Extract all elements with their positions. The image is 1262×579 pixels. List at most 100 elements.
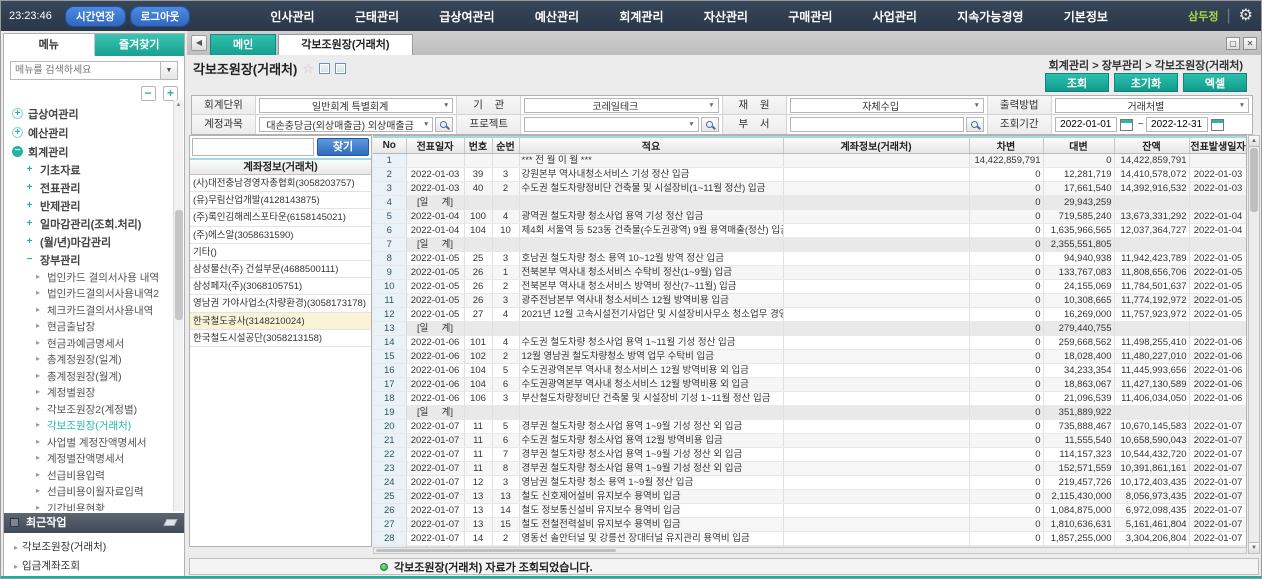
output-method-select[interactable]: 거래처별 ▼ (1055, 98, 1249, 113)
scroll-up-icon[interactable]: ▲ (1249, 136, 1259, 147)
menu-tree-item[interactable]: 회계관리 (4, 142, 174, 161)
menu-tree-item[interactable]: 기간비용현황 (4, 500, 174, 511)
scrollbar-thumb[interactable] (1250, 148, 1258, 212)
menu-tree-item[interactable]: 계정별원장 (4, 385, 174, 402)
tree-expand-icon[interactable] (34, 453, 42, 464)
tree-expand-icon[interactable] (34, 371, 42, 382)
main-menu-item[interactable]: 기본정보 (1064, 8, 1108, 25)
grid-header-cell[interactable]: 적요 (519, 137, 783, 154)
tree-expand-icon[interactable] (24, 183, 35, 194)
menu-tree-item[interactable]: 법인카드결의서사용내역2 (4, 286, 174, 303)
grid-header-cell[interactable]: 차변 (969, 137, 1043, 154)
find-button[interactable]: 찾기 (317, 138, 369, 156)
tree-expand-icon[interactable] (12, 127, 23, 138)
tree-expand-icon[interactable] (34, 437, 42, 448)
tree-expand-icon[interactable] (34, 272, 42, 283)
tree-expand-icon[interactable] (34, 305, 42, 316)
table-row[interactable]: 28 2022-01-07 14 2 영동선 솔안터널 및 강릉선 장대터널 유… (373, 532, 1247, 546)
main-menu-item[interactable]: 구매관리 (788, 8, 832, 25)
main-menu-item[interactable]: 예산관리 (535, 8, 579, 25)
expand-all-button[interactable]: + (163, 86, 178, 101)
menu-tree-item[interactable]: 일마감관리(조회.처리) (4, 215, 174, 233)
grid-header-cell[interactable]: No (373, 137, 406, 154)
menu-tree-item[interactable]: 각보조원장2(계정별) (4, 401, 174, 418)
main-menu-item[interactable]: 사업관리 (873, 8, 917, 25)
period-from-input[interactable]: 2022-01-01 (1055, 117, 1117, 132)
menu-tree-item[interactable]: 사업별 계정잔액명세서 (4, 434, 174, 451)
menu-tree-item[interactable]: 각보조원장(거래처) (4, 418, 174, 435)
account-list-item[interactable]: 한국철도시설공단(3058213158) (190, 330, 371, 347)
search-icon[interactable] (701, 117, 719, 132)
menu-tree-item[interactable]: 총계정원장(월계) (4, 368, 174, 385)
popup-icon[interactable] (319, 63, 330, 74)
menu-tree-item[interactable]: 계정별잔액명세서 (4, 451, 174, 468)
scrollbar-thumb[interactable] (175, 210, 183, 320)
menu-tree-item[interactable]: 반제관리 (4, 197, 174, 215)
grid-header-cell[interactable]: 전표발생일자 (1189, 137, 1247, 154)
scrollbar-thumb[interactable] (376, 549, 616, 552)
table-row[interactable]: 17 2022-01-06 104 6 수도권광역본부 역사내 청소서비스 12… (373, 378, 1247, 392)
table-row[interactable]: 13 [일 계] 0 279,440,755 (373, 322, 1247, 336)
account-list-item[interactable]: 삼성페자(주)(3068105751) (190, 278, 371, 295)
account-search-input[interactable] (192, 138, 314, 156)
menu-tree-item[interactable]: 기초자료 (4, 161, 174, 179)
table-row[interactable]: 16 2022-01-06 104 5 수도권광역본부 역사내 청소서비스 12… (373, 364, 1247, 378)
grid-header-cell[interactable]: 계좌정보(거래처) (783, 137, 969, 154)
grid-header-cell[interactable]: 번호 (464, 137, 492, 154)
tree-expand-icon[interactable] (12, 108, 23, 119)
table-row[interactable]: 15 2022-01-06 102 2 12월 영남권 철도차량청소 방역 업무… (373, 350, 1247, 364)
search-icon[interactable] (966, 117, 984, 132)
table-row[interactable]: 26 2022-01-07 13 14 철도 정보통신설비 유지보수 용역비 입… (373, 504, 1247, 518)
table-row[interactable]: 2 2022-01-03 39 3 강원본부 역사내청소서비스 기성 정산 입금… (373, 168, 1247, 182)
menu-tree-item[interactable]: 선급비용이월자료입력 (4, 484, 174, 501)
restore-icon[interactable]: ▢ (1226, 37, 1240, 50)
action-button[interactable]: 조회 (1045, 73, 1109, 92)
tree-expand-icon[interactable] (24, 237, 35, 248)
refresh-icon[interactable] (335, 63, 346, 74)
account-list-item[interactable]: 삼성물산(주) 건설부문(4688500111) (190, 261, 371, 278)
menu-tree-item[interactable]: 법인카드 결의서사용 내역 (4, 269, 174, 286)
main-menu-item[interactable]: 자산관리 (704, 8, 748, 25)
menu-tree-item[interactable]: 급상여관리 (4, 104, 174, 123)
tab-back-icon[interactable]: ◀ (191, 35, 207, 51)
accounting-unit-select[interactable]: 일반회계 특별회계 ▼ (259, 98, 453, 113)
recent-work-item[interactable]: 입금계좌조회 (4, 557, 184, 576)
table-row[interactable]: 18 2022-01-06 106 3 부산철도차량정비단 건축물 및 시설장비… (373, 392, 1247, 406)
main-menu-item[interactable]: 회계관리 (619, 8, 663, 25)
table-row[interactable]: 3 2022-01-03 40 2 수도권 철도차량정비단 건축물 및 시설장비… (373, 182, 1247, 196)
tab-document[interactable]: 각보조원장(거래처) (278, 34, 412, 55)
menu-tree-item[interactable]: 예산관리 (4, 123, 174, 142)
table-row[interactable]: 24 2022-01-07 12 3 영남권 철도차량 청소 용역 1~9월 정… (373, 476, 1247, 490)
table-row[interactable]: 1 *** 전 월 이 월 *** 14,422,859,791 0 14,42… (373, 154, 1247, 168)
table-row[interactable]: 25 2022-01-07 13 13 철도 신호제어설비 유지보수 용역비 입… (373, 490, 1247, 504)
calendar-icon[interactable] (1211, 119, 1224, 131)
gear-icon[interactable]: ⚙ (1239, 8, 1253, 24)
tab-main[interactable]: 메인 (210, 34, 276, 55)
grid-header-cell[interactable]: 대변 (1043, 137, 1114, 154)
period-to-input[interactable]: 2022-12-31 (1146, 117, 1208, 132)
tree-expand-icon[interactable] (24, 201, 35, 212)
grid-header-cell[interactable]: 잔액 (1114, 137, 1189, 154)
tree-expand-icon[interactable] (34, 321, 42, 332)
table-row[interactable]: 5 2022-01-04 100 4 광역권 철도차량 청소사업 용역 기성 정… (373, 210, 1247, 224)
table-row[interactable]: 12 2022-01-05 27 4 2021년 12월 고속시설전기사업단 및… (373, 308, 1247, 322)
tree-expand-icon[interactable] (34, 338, 42, 349)
table-row[interactable]: 10 2022-01-05 26 2 전북본부 역사내 청소서비스 방역비 정산… (373, 280, 1247, 294)
table-row[interactable]: 19 [일 계] 0 351,889,922 (373, 406, 1247, 420)
table-row[interactable]: 11 2022-01-05 26 3 광주전남본부 역사내 청소서비스 12월 … (373, 294, 1247, 308)
table-row[interactable]: 14 2022-01-06 101 4 수도권 철도차량 청소사업 용역 1~1… (373, 336, 1247, 350)
table-row[interactable]: 8 2022-01-05 25 3 호남권 철도차량 청소 용역 10~12월 … (373, 252, 1247, 266)
tree-expand-icon[interactable] (34, 404, 42, 415)
tree-expand-icon[interactable] (24, 165, 35, 176)
recent-work-item[interactable]: 각보조원장(거래처) (4, 538, 184, 557)
institution-select[interactable]: 코레일테크 ▼ (524, 98, 718, 113)
menu-tree-item[interactable]: 선급비용입력 (4, 467, 174, 484)
tree-expand-icon[interactable] (34, 470, 42, 481)
tree-expand-icon[interactable] (12, 146, 23, 157)
main-menu-item[interactable]: 급상여관리 (439, 8, 494, 25)
fund-select[interactable]: 자체수입 ▼ (790, 98, 984, 113)
tree-expand-icon[interactable] (34, 354, 42, 365)
favorite-star-icon[interactable]: ☆ (302, 61, 314, 77)
logout-button[interactable]: 로그아웃 (130, 6, 191, 27)
menu-tree-item[interactable]: 전표관리 (4, 179, 174, 197)
